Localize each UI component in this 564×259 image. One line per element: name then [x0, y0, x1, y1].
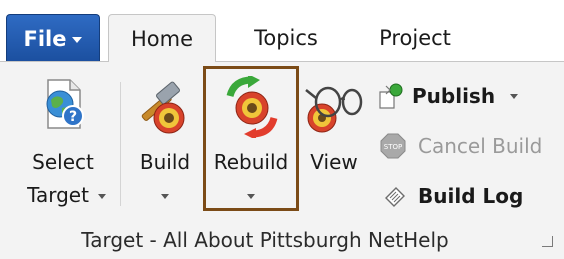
build-log-icon	[385, 187, 405, 207]
publish-label: Publish	[412, 84, 496, 108]
build-dropdown-icon	[161, 194, 169, 199]
rebuild-highlight-frame	[203, 66, 299, 211]
select-target-label-line1: Select	[32, 150, 94, 174]
dialog-launcher-icon[interactable]	[542, 236, 553, 247]
build-log-label: Build Log	[418, 184, 524, 208]
select-target-icon: ?	[46, 79, 84, 129]
ribbon-group-label: Target - All About Pittsburgh NetHelp	[81, 228, 449, 252]
file-dropdown-arrow-icon	[72, 37, 83, 43]
svg-text:?: ?	[69, 109, 77, 125]
file-menu-button[interactable]: File	[6, 14, 100, 62]
file-menu-label: File	[23, 26, 67, 51]
build-log-button[interactable]: Build Log	[374, 178, 524, 214]
publish-button[interactable]: Publish	[374, 78, 524, 114]
publish-dropdown-icon	[510, 94, 518, 99]
publish-icon	[379, 83, 403, 109]
select-target-label-line2: Target	[27, 183, 89, 207]
cancel-build-label: Cancel Build	[418, 134, 543, 158]
view-label: View	[310, 150, 358, 174]
build-button[interactable]: Build	[130, 74, 200, 214]
view-glasses-icon	[305, 86, 363, 133]
tab-home[interactable]: Home	[108, 14, 216, 62]
svg-text:STOP: STOP	[384, 143, 402, 151]
build-label: Build	[139, 150, 191, 174]
tab-project[interactable]: Project	[360, 14, 470, 62]
build-hammer-icon	[141, 81, 185, 134]
stop-icon: STOP	[380, 133, 406, 159]
separator	[120, 82, 121, 206]
tab-topics[interactable]: Topics	[234, 14, 338, 62]
cancel-build-button[interactable]: STOP Cancel Build	[374, 128, 560, 164]
view-button[interactable]: View	[300, 74, 368, 184]
select-target-button[interactable]: ? Select Target	[18, 74, 108, 214]
select-target-dropdown-icon	[98, 194, 106, 199]
